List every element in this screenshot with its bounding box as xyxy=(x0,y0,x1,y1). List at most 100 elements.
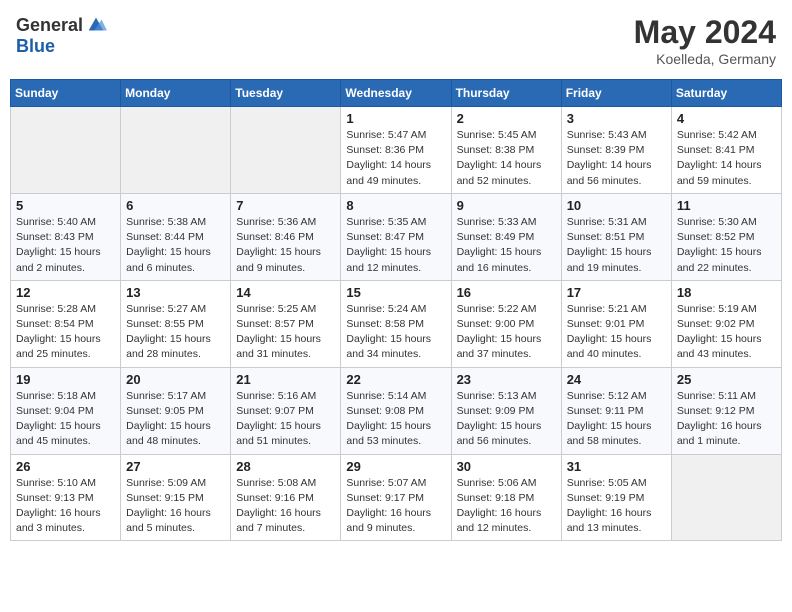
calendar-cell: 28 Sunrise: 5:08 AMSunset: 9:16 PMDayligh… xyxy=(231,454,341,541)
day-number: 8 xyxy=(346,198,445,213)
day-info: Sunrise: 5:36 AMSunset: 8:46 PMDaylight:… xyxy=(236,215,335,276)
calendar-cell: 23 Sunrise: 5:13 AMSunset: 9:09 PMDayligh… xyxy=(451,367,561,454)
day-info: Sunrise: 5:06 AMSunset: 9:18 PMDaylight:… xyxy=(457,476,556,537)
day-info: Sunrise: 5:10 AMSunset: 9:13 PMDaylight:… xyxy=(16,476,115,537)
day-number: 30 xyxy=(457,459,556,474)
calendar-cell: 29 Sunrise: 5:07 AMSunset: 9:17 PMDayligh… xyxy=(341,454,451,541)
weekday-header: Monday xyxy=(121,80,231,107)
calendar-cell: 10Sunrise: 5:31 AMSunset: 8:51 PMDayligh… xyxy=(561,193,671,280)
calendar-week-row: 12Sunrise: 5:28 AMSunset: 8:54 PMDayligh… xyxy=(11,280,782,367)
calendar-week-row: 19 Sunrise: 5:18 AMSunset: 9:04 PMDayligh… xyxy=(11,367,782,454)
calendar-cell: 1 Sunrise: 5:47 AMSunset: 8:36 PMDaylight… xyxy=(341,107,451,194)
day-info: Sunrise: 5:33 AMSunset: 8:49 PMDaylight:… xyxy=(457,215,556,276)
day-info: Sunrise: 5:17 AMSunset: 9:05 PMDaylight:… xyxy=(126,389,225,450)
day-number: 12 xyxy=(16,285,115,300)
day-number: 9 xyxy=(457,198,556,213)
day-info: Sunrise: 5:12 AMSunset: 9:11 PMDaylight:… xyxy=(567,389,666,450)
calendar-cell: 14 Sunrise: 5:25 AMSunset: 8:57 PMDayligh… xyxy=(231,280,341,367)
day-number: 20 xyxy=(126,372,225,387)
calendar-cell: 31 Sunrise: 5:05 AMSunset: 9:19 PMDayligh… xyxy=(561,454,671,541)
calendar-cell: 15Sunrise: 5:24 AMSunset: 8:58 PMDayligh… xyxy=(341,280,451,367)
day-info: Sunrise: 5:38 AMSunset: 8:44 PMDaylight:… xyxy=(126,215,225,276)
day-info: Sunrise: 5:19 AMSunset: 9:02 PMDaylight:… xyxy=(677,302,776,363)
calendar-cell: 11 Sunrise: 5:30 AMSunset: 8:52 PMDayligh… xyxy=(671,193,781,280)
day-number: 14 xyxy=(236,285,335,300)
day-info: Sunrise: 5:22 AMSunset: 9:00 PMDaylight:… xyxy=(457,302,556,363)
day-number: 23 xyxy=(457,372,556,387)
day-info: Sunrise: 5:08 AMSunset: 9:16 PMDaylight:… xyxy=(236,476,335,537)
day-number: 31 xyxy=(567,459,666,474)
weekday-header: Tuesday xyxy=(231,80,341,107)
day-info: Sunrise: 5:27 AMSunset: 8:55 PMDaylight:… xyxy=(126,302,225,363)
logo-text-blue: Blue xyxy=(16,36,55,56)
day-info: Sunrise: 5:11 AMSunset: 9:12 PMDaylight:… xyxy=(677,389,776,450)
day-info: Sunrise: 5:14 AMSunset: 9:08 PMDaylight:… xyxy=(346,389,445,450)
day-info: Sunrise: 5:13 AMSunset: 9:09 PMDaylight:… xyxy=(457,389,556,450)
logo-icon xyxy=(85,14,107,36)
day-number: 25 xyxy=(677,372,776,387)
day-info: Sunrise: 5:47 AMSunset: 8:36 PMDaylight:… xyxy=(346,128,445,189)
day-number: 6 xyxy=(126,198,225,213)
calendar-cell xyxy=(11,107,121,194)
day-number: 18 xyxy=(677,285,776,300)
weekday-header: Wednesday xyxy=(341,80,451,107)
day-number: 19 xyxy=(16,372,115,387)
day-number: 5 xyxy=(16,198,115,213)
day-info: Sunrise: 5:18 AMSunset: 9:04 PMDaylight:… xyxy=(16,389,115,450)
day-info: Sunrise: 5:09 AMSunset: 9:15 PMDaylight:… xyxy=(126,476,225,537)
calendar-week-row: 26Sunrise: 5:10 AMSunset: 9:13 PMDayligh… xyxy=(11,454,782,541)
calendar-cell: 5Sunrise: 5:40 AMSunset: 8:43 PMDaylight… xyxy=(11,193,121,280)
logo-text-general: General xyxy=(16,15,83,36)
day-info: Sunrise: 5:43 AMSunset: 8:39 PMDaylight:… xyxy=(567,128,666,189)
day-info: Sunrise: 5:42 AMSunset: 8:41 PMDaylight:… xyxy=(677,128,776,189)
day-info: Sunrise: 5:45 AMSunset: 8:38 PMDaylight:… xyxy=(457,128,556,189)
calendar-cell: 2 Sunrise: 5:45 AMSunset: 8:38 PMDaylight… xyxy=(451,107,561,194)
title-block: May 2024 Koelleda, Germany xyxy=(634,14,776,67)
weekday-header: Saturday xyxy=(671,80,781,107)
day-number: 1 xyxy=(346,111,445,126)
day-number: 4 xyxy=(677,111,776,126)
calendar-cell: 19 Sunrise: 5:18 AMSunset: 9:04 PMDayligh… xyxy=(11,367,121,454)
calendar-cell: 26Sunrise: 5:10 AMSunset: 9:13 PMDayligh… xyxy=(11,454,121,541)
page-header: General Blue May 2024 Koelleda, Germany xyxy=(10,10,782,71)
day-number: 28 xyxy=(236,459,335,474)
day-number: 10 xyxy=(567,198,666,213)
day-number: 21 xyxy=(236,372,335,387)
day-info: Sunrise: 5:21 AMSunset: 9:01 PMDaylight:… xyxy=(567,302,666,363)
calendar-cell: 27 Sunrise: 5:09 AMSunset: 9:15 PMDayligh… xyxy=(121,454,231,541)
day-info: Sunrise: 5:07 AMSunset: 9:17 PMDaylight:… xyxy=(346,476,445,537)
day-number: 22 xyxy=(346,372,445,387)
calendar-cell: 17 Sunrise: 5:21 AMSunset: 9:01 PMDayligh… xyxy=(561,280,671,367)
day-info: Sunrise: 5:05 AMSunset: 9:19 PMDaylight:… xyxy=(567,476,666,537)
calendar-cell: 6 Sunrise: 5:38 AMSunset: 8:44 PMDaylight… xyxy=(121,193,231,280)
weekday-header: Thursday xyxy=(451,80,561,107)
calendar-cell: 13 Sunrise: 5:27 AMSunset: 8:55 PMDayligh… xyxy=(121,280,231,367)
calendar-week-row: 5Sunrise: 5:40 AMSunset: 8:43 PMDaylight… xyxy=(11,193,782,280)
day-info: Sunrise: 5:25 AMSunset: 8:57 PMDaylight:… xyxy=(236,302,335,363)
calendar-cell: 12Sunrise: 5:28 AMSunset: 8:54 PMDayligh… xyxy=(11,280,121,367)
day-number: 27 xyxy=(126,459,225,474)
calendar-cell: 9 Sunrise: 5:33 AMSunset: 8:49 PMDaylight… xyxy=(451,193,561,280)
calendar-cell xyxy=(231,107,341,194)
calendar-cell: 22 Sunrise: 5:14 AMSunset: 9:08 PMDayligh… xyxy=(341,367,451,454)
day-number: 17 xyxy=(567,285,666,300)
day-number: 11 xyxy=(677,198,776,213)
calendar-cell: 21 Sunrise: 5:16 AMSunset: 9:07 PMDayligh… xyxy=(231,367,341,454)
day-info: Sunrise: 5:16 AMSunset: 9:07 PMDaylight:… xyxy=(236,389,335,450)
calendar-cell: 8Sunrise: 5:35 AMSunset: 8:47 PMDaylight… xyxy=(341,193,451,280)
day-info: Sunrise: 5:24 AMSunset: 8:58 PMDaylight:… xyxy=(346,302,445,363)
day-number: 16 xyxy=(457,285,556,300)
calendar-cell: 16 Sunrise: 5:22 AMSunset: 9:00 PMDayligh… xyxy=(451,280,561,367)
calendar-cell: 30 Sunrise: 5:06 AMSunset: 9:18 PMDayligh… xyxy=(451,454,561,541)
calendar-week-row: 1 Sunrise: 5:47 AMSunset: 8:36 PMDaylight… xyxy=(11,107,782,194)
day-number: 2 xyxy=(457,111,556,126)
day-info: Sunrise: 5:30 AMSunset: 8:52 PMDaylight:… xyxy=(677,215,776,276)
calendar-cell: 3Sunrise: 5:43 AMSunset: 8:39 PMDaylight… xyxy=(561,107,671,194)
calendar-cell: 18 Sunrise: 5:19 AMSunset: 9:02 PMDayligh… xyxy=(671,280,781,367)
day-number: 24 xyxy=(567,372,666,387)
day-number: 13 xyxy=(126,285,225,300)
calendar-cell: 24 Sunrise: 5:12 AMSunset: 9:11 PMDayligh… xyxy=(561,367,671,454)
logo: General Blue xyxy=(16,14,107,57)
day-number: 29 xyxy=(346,459,445,474)
day-number: 7 xyxy=(236,198,335,213)
